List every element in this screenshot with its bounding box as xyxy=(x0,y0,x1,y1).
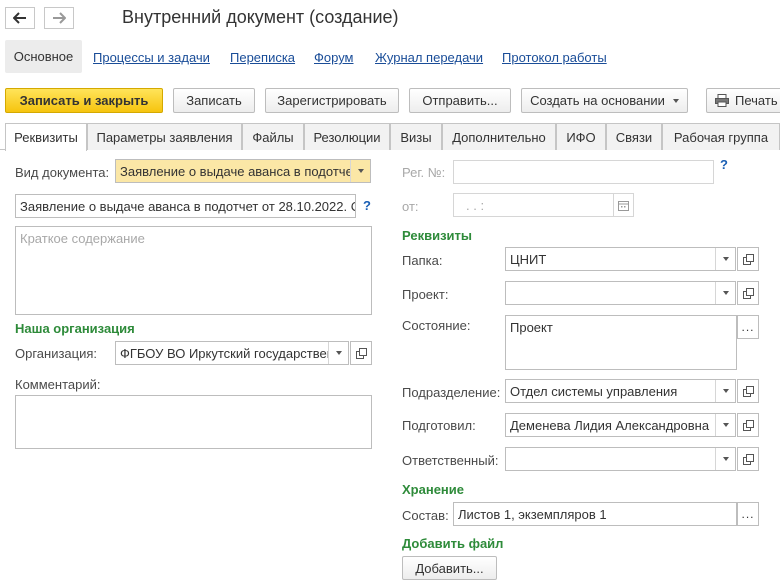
help-icon[interactable]: ? xyxy=(720,157,728,172)
link-transfer-log[interactable]: Журнал передачи xyxy=(375,50,483,65)
summary-textarea[interactable]: Краткое содержание xyxy=(15,226,372,315)
open-link-icon xyxy=(355,347,367,359)
open-responsible-button[interactable] xyxy=(737,447,759,471)
state-field[interactable]: Проект xyxy=(505,315,737,370)
send-button[interactable]: Отправить... xyxy=(409,88,511,113)
open-link-icon xyxy=(742,453,754,465)
tab-links[interactable]: Связи xyxy=(606,123,662,150)
tab-resolutions[interactable]: Резолюции xyxy=(304,123,390,150)
tab-requisites[interactable]: Реквизиты xyxy=(5,123,87,151)
responsible-label: Ответственный: xyxy=(402,453,499,468)
save-close-button[interactable]: Записать и закрыть xyxy=(5,88,163,113)
doc-type-select[interactable]: Заявление о выдаче аванса в подотчет xyxy=(115,159,371,183)
add-file-button[interactable]: Добавить... xyxy=(402,556,497,580)
calendar-icon xyxy=(618,200,629,211)
composition-label: Состав: xyxy=(402,508,449,523)
calendar-button[interactable] xyxy=(613,194,633,216)
help-icon[interactable]: ? xyxy=(363,198,371,213)
folder-select[interactable]: ЦНИТ xyxy=(505,247,736,271)
folder-label: Папка: xyxy=(402,253,443,268)
composition-field[interactable]: Листов 1, экземпляров 1 xyxy=(453,502,737,526)
storage-group-title: Хранение xyxy=(402,482,464,497)
doc-name-value: Заявление о выдаче аванса в подотчет от … xyxy=(20,198,355,214)
tab-ifo[interactable]: ИФО xyxy=(556,123,606,150)
prepared-label: Подготовил: xyxy=(402,418,476,433)
open-org-button[interactable] xyxy=(350,341,372,365)
doc-name-field[interactable]: Заявление о выдаче аванса в подотчет от … xyxy=(15,194,356,218)
division-label: Подразделение: xyxy=(402,385,501,400)
tab-workgroup[interactable]: Рабочая группа xyxy=(662,123,780,150)
open-link-icon xyxy=(742,253,754,265)
org-select[interactable]: ФГБОУ ВО Иркутский государственный xyxy=(115,341,349,365)
folder-value: ЦНИТ xyxy=(510,251,547,267)
chevron-down-icon[interactable] xyxy=(350,160,370,182)
doc-type-value: Заявление о выдаче аванса в подотчет xyxy=(120,163,350,179)
chevron-down-icon[interactable] xyxy=(715,448,735,470)
register-button[interactable]: Зарегистрировать xyxy=(265,88,399,113)
window-title: Внутренний документ (создание) xyxy=(122,7,399,27)
reg-number-label: Рег. №: xyxy=(402,165,446,180)
comment-textarea[interactable] xyxy=(15,395,372,449)
doc-type-label: Вид документа: xyxy=(15,165,110,180)
tab-bar: Реквизиты Параметры заявления Файлы Резо… xyxy=(0,123,780,151)
forward-button[interactable] xyxy=(44,7,74,29)
division-value: Отдел системы управления xyxy=(510,383,678,399)
tab-additional[interactable]: Дополнительно xyxy=(442,123,556,150)
print-button[interactable]: Печать xyxy=(706,88,780,113)
state-label: Состояние: xyxy=(402,318,471,333)
chevron-down-icon xyxy=(672,98,679,103)
org-group-title: Наша организация xyxy=(15,321,135,336)
tab-visas[interactable]: Визы xyxy=(390,123,442,150)
open-prepared-button[interactable] xyxy=(737,413,759,437)
org-label: Организация: xyxy=(15,346,98,361)
chevron-down-icon[interactable] xyxy=(715,282,735,304)
chevron-down-icon[interactable] xyxy=(715,248,735,270)
save-button[interactable]: Записать xyxy=(173,88,255,113)
back-button[interactable] xyxy=(5,7,35,29)
reg-date-label: от: xyxy=(402,199,419,214)
open-project-button[interactable] xyxy=(737,281,759,305)
reg-number-field[interactable] xyxy=(453,160,714,184)
section-main[interactable]: Основное xyxy=(5,40,82,73)
reg-date-field[interactable]: . . : xyxy=(453,193,634,217)
tab-files[interactable]: Файлы xyxy=(242,123,304,150)
open-link-icon xyxy=(742,385,754,397)
org-value: ФГБОУ ВО Иркутский государственный xyxy=(120,345,328,361)
chevron-down-icon[interactable] xyxy=(328,342,348,364)
arrow-right-icon xyxy=(53,12,66,24)
composition-value: Листов 1, экземпляров 1 xyxy=(458,506,607,522)
print-label: Печать xyxy=(735,93,778,108)
comment-label: Комментарий: xyxy=(15,377,101,392)
link-processes[interactable]: Процессы и задачи xyxy=(93,50,210,65)
reg-date-value: . . : xyxy=(466,197,485,213)
open-link-icon xyxy=(742,287,754,299)
project-select[interactable] xyxy=(505,281,736,305)
link-work-protocol[interactable]: Протокол работы xyxy=(502,50,607,65)
prepared-value: Деменева Лидия Александровна xyxy=(510,417,710,433)
link-correspondence[interactable]: Переписка xyxy=(230,50,295,65)
requisites-group-title: Реквизиты xyxy=(402,228,472,243)
ellipsis-icon: ... xyxy=(741,507,755,521)
tab-application-params[interactable]: Параметры заявления xyxy=(87,123,242,150)
arrow-left-icon xyxy=(13,12,26,24)
state-choose-button[interactable]: ... xyxy=(737,315,759,339)
composition-choose-button[interactable]: ... xyxy=(737,502,759,526)
create-based-label: Создать на основании xyxy=(530,93,665,108)
chevron-down-icon[interactable] xyxy=(715,414,735,436)
open-folder-button[interactable] xyxy=(737,247,759,271)
project-label: Проект: xyxy=(402,287,449,302)
open-link-icon xyxy=(742,419,754,431)
summary-placeholder: Краткое содержание xyxy=(20,231,145,246)
printer-icon xyxy=(715,94,729,107)
chevron-down-icon[interactable] xyxy=(715,380,735,402)
ellipsis-icon: ... xyxy=(741,320,755,334)
division-select[interactable]: Отдел системы управления xyxy=(505,379,736,403)
open-division-button[interactable] xyxy=(737,379,759,403)
responsible-select[interactable] xyxy=(505,447,736,471)
state-value: Проект xyxy=(510,320,553,335)
create-based-button[interactable]: Создать на основании xyxy=(521,88,688,113)
addfile-group-title: Добавить файл xyxy=(402,536,504,551)
prepared-select[interactable]: Деменева Лидия Александровна xyxy=(505,413,736,437)
link-forum[interactable]: Форум xyxy=(314,50,354,65)
